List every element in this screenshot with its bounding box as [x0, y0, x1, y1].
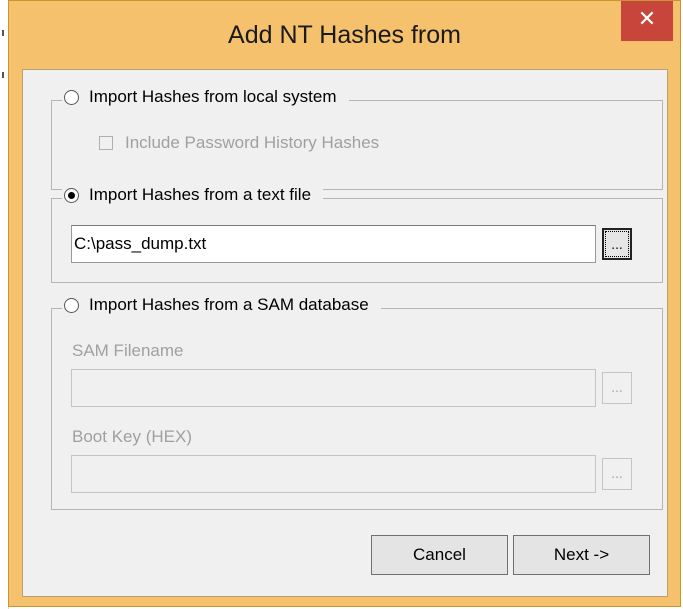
history-hashes-checkbox[interactable] [99, 136, 113, 150]
text-file-group: Import Hashes from a text file C:\pass_d… [51, 185, 663, 283]
sam-filename-label: SAM Filename [72, 341, 184, 360]
text-file-path-input[interactable]: C:\pass_dump.txt [71, 225, 596, 263]
sam-database-radio[interactable] [64, 297, 79, 313]
boot-key-input[interactable] [71, 455, 596, 493]
dialog-client-area: Import Hashes from local system Include … [22, 69, 668, 597]
close-icon: ✕ [637, 7, 657, 32]
next-button[interactable]: Next -> [513, 535, 650, 575]
text-file-label: Import Hashes from a text file [89, 185, 312, 204]
boot-key-label: Boot Key (HEX) [72, 427, 192, 446]
local-system-radio[interactable] [64, 89, 79, 105]
dialog-title: Add NT Hashes from [228, 21, 461, 49]
text-file-radio[interactable] [64, 187, 79, 203]
sam-database-option[interactable]: Import Hashes from a SAM database [62, 295, 381, 315]
sam-database-group: Import Hashes from a SAM database SAM Fi… [51, 295, 663, 510]
local-system-group: Import Hashes from local system Include … [51, 87, 663, 190]
cancel-button[interactable]: Cancel [371, 535, 508, 575]
sam-filename-browse-button[interactable]: ... [602, 372, 632, 404]
edge-mark [2, 72, 4, 78]
text-file-option[interactable]: Import Hashes from a text file [62, 185, 324, 205]
sam-database-label: Import Hashes from a SAM database [89, 295, 369, 314]
dialog-window: Add NT Hashes from ✕ Import Hashes from … [8, 0, 681, 607]
history-hashes-label: Include Password History Hashes [125, 133, 380, 152]
boot-key-browse-button[interactable]: ... [602, 458, 632, 490]
sam-filename-input[interactable] [71, 369, 596, 407]
local-system-option[interactable]: Import Hashes from local system [62, 87, 349, 107]
local-system-label: Import Hashes from local system [89, 87, 337, 106]
text-file-browse-button[interactable]: ... [602, 228, 632, 260]
edge-mark [2, 30, 4, 36]
history-hashes-option[interactable]: Include Password History Hashes [99, 133, 379, 153]
close-button[interactable]: ✕ [621, 1, 673, 41]
